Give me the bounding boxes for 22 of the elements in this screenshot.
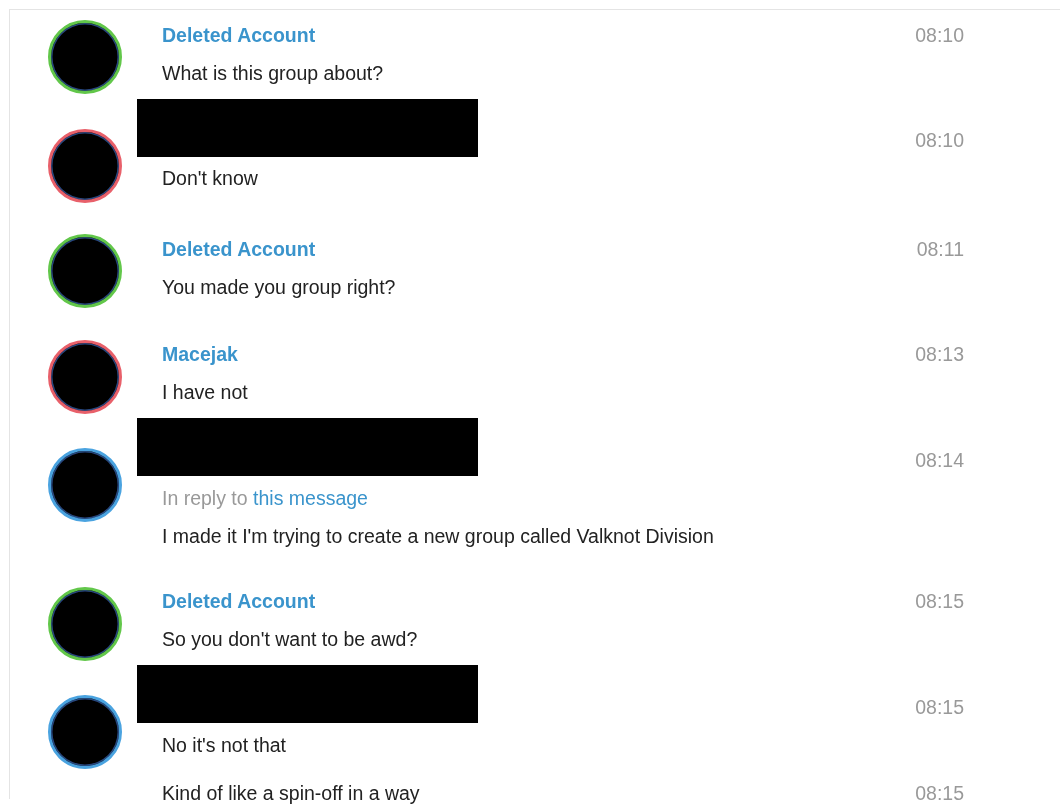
message-time: 08:11 xyxy=(916,237,964,261)
author-name[interactable]: Macejak xyxy=(162,343,238,366)
message-time: 08:10 xyxy=(915,129,964,152)
message-time: 08:14 xyxy=(915,448,964,472)
reply-link[interactable]: this message xyxy=(253,486,368,510)
message-text: So you don't want to be awd? xyxy=(162,628,418,651)
message-time: 08:15 xyxy=(915,590,964,613)
message-time: 08:15 xyxy=(915,781,964,805)
message-text: Kind of like a spin-off in a way xyxy=(162,781,420,805)
reply-label: In reply to xyxy=(162,486,248,510)
message-text: Don't know xyxy=(162,167,258,190)
message-time: 08:13 xyxy=(915,343,964,366)
message-text: I made it I'm trying to create a new group called Valknot Division xyxy=(162,524,714,548)
message-time: 08:15 xyxy=(915,695,964,719)
message-text: No it's not that xyxy=(162,733,287,757)
author-name[interactable]: Deleted Account xyxy=(162,590,316,613)
message-text: What is this group about? xyxy=(162,61,384,85)
author-name[interactable]: Deleted Account xyxy=(162,237,316,261)
author-name[interactable]: Deleted Account xyxy=(162,23,316,47)
message-text: You made you group right? xyxy=(162,275,396,299)
message-text: I have not xyxy=(162,381,248,404)
message-time: 08:10 xyxy=(915,23,964,47)
